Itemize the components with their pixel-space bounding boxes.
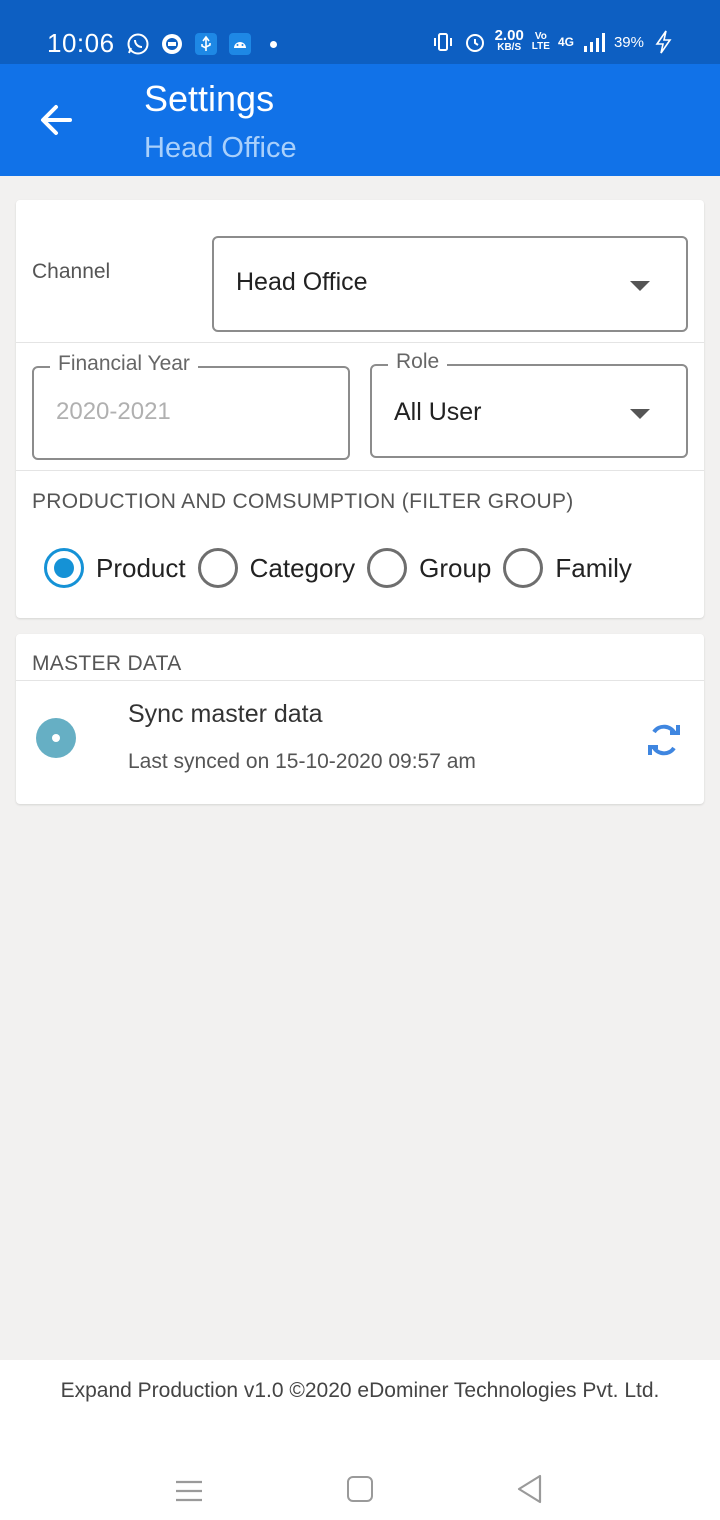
refresh-icon[interactable] <box>644 720 684 760</box>
chevron-down-icon <box>630 409 650 419</box>
more-notifications-dot <box>270 40 277 48</box>
radio-label: Group <box>419 552 492 583</box>
battery-percent: 39% <box>613 33 644 51</box>
financial-year-field[interactable]: Financial Year 2020-2021 <box>32 352 350 460</box>
system-nav-bar <box>0 1456 720 1520</box>
usb-icon <box>195 33 217 55</box>
signal-icon <box>583 33 605 52</box>
footer: Expand Production v1.0 ©2020 eDominer Te… <box>0 1360 720 1520</box>
radio-label: Product <box>96 552 186 583</box>
role-dropdown[interactable]: Role All User <box>370 350 688 458</box>
status-time: 10:06 <box>47 28 115 58</box>
menu-icon[interactable] <box>176 1480 202 1502</box>
charging-icon <box>655 30 672 54</box>
radio-button[interactable] <box>367 548 408 588</box>
vibrate-icon <box>433 33 452 51</box>
filter-group-radios: Product Category Group Family <box>44 548 644 588</box>
speed-value: 2.00 <box>494 27 524 44</box>
page-title: Settings <box>144 78 275 119</box>
arrow-left-icon[interactable] <box>36 100 76 140</box>
app-icon <box>162 34 182 54</box>
radio-label: Family <box>555 552 632 583</box>
financial-year-value: 2020-2021 <box>56 398 171 425</box>
page-subtitle: Head Office <box>144 132 297 164</box>
master-data-card: MASTER DATA Sync master data Last synced… <box>16 634 704 804</box>
channel-dropdown[interactable]: Head Office <box>212 236 688 332</box>
radio-button[interactable] <box>197 548 238 588</box>
footer-copyright: Expand Production v1.0 ©2020 eDominer Te… <box>60 1379 660 1402</box>
divider <box>16 680 704 681</box>
android-icon <box>229 33 251 55</box>
status-bar: 10:06 2.00 KB/S Vo LTE 4G 39% <box>0 0 720 64</box>
radio-group[interactable]: Group <box>367 548 491 588</box>
divider <box>16 470 704 471</box>
last-synced-text: Last synced on 15-10-2020 09:57 am <box>128 750 476 773</box>
radio-button-checked[interactable] <box>44 548 84 588</box>
filter-group-heading: PRODUCTION AND COMSUMPTION (FILTER GROUP… <box>32 490 574 513</box>
back-triangle-icon[interactable] <box>516 1474 544 1504</box>
radio-product[interactable]: Product <box>44 548 186 588</box>
chevron-down-icon <box>630 281 650 291</box>
network-speed: 2.00 KB/S <box>494 27 524 54</box>
radio-label: Category <box>249 552 356 583</box>
filters-card: Channel Head Office Financial Year 2020-… <box>16 200 704 618</box>
financial-year-label: Financial Year <box>50 352 198 376</box>
role-value: All User <box>394 398 482 426</box>
channel-value: Head Office <box>236 268 368 296</box>
radio-button[interactable] <box>503 548 544 588</box>
role-label: Role <box>388 350 448 374</box>
network-type: 4G <box>557 35 574 49</box>
divider <box>16 342 704 343</box>
speed-unit: KB/S <box>497 42 522 53</box>
volte-indicator: Vo LTE <box>532 32 550 52</box>
master-data-heading: MASTER DATA <box>32 652 182 675</box>
system-icons: 2.00 KB/S Vo LTE 4G 39% <box>431 27 676 54</box>
alarm-icon <box>465 34 484 52</box>
disc-icon <box>36 718 76 758</box>
home-icon[interactable] <box>347 1476 373 1502</box>
app-bar: Settings Head Office <box>0 64 720 176</box>
radio-family[interactable]: Family <box>503 548 632 588</box>
channel-label: Channel <box>32 260 111 283</box>
notification-icons <box>126 32 277 56</box>
volte-bottom: LTE <box>531 41 550 52</box>
radio-category[interactable]: Category <box>197 548 356 588</box>
sync-title: Sync master data <box>128 700 323 728</box>
whatsapp-icon <box>127 33 149 55</box>
